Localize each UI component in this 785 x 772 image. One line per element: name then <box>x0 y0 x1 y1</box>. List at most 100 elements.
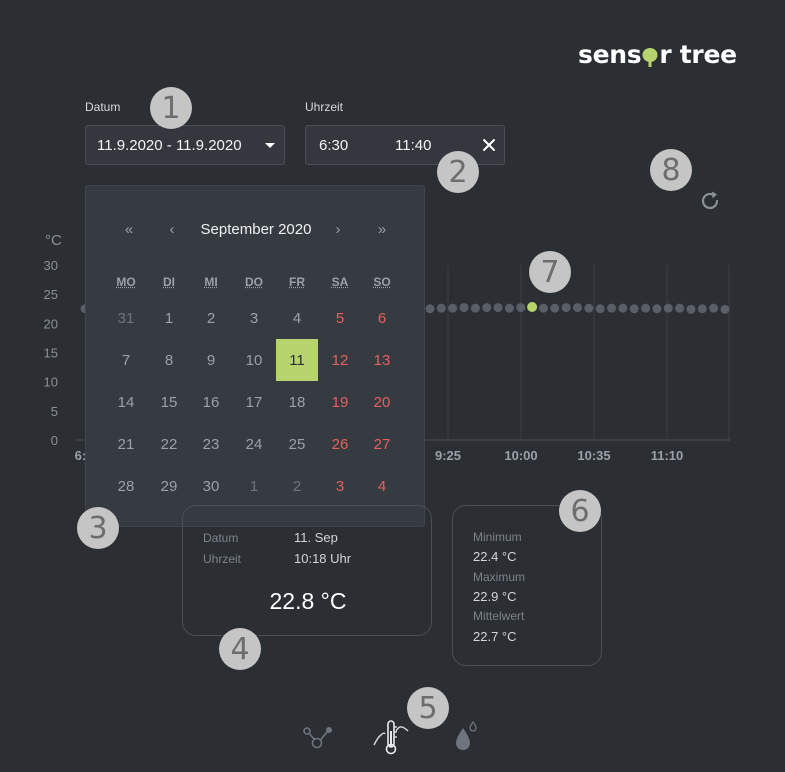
calendar-day[interactable]: 1 <box>233 465 275 507</box>
data-point[interactable] <box>675 303 685 313</box>
data-point[interactable] <box>493 303 503 313</box>
y-tick-label: 5 <box>51 404 58 419</box>
y-tick-label: 20 <box>44 316 58 331</box>
calendar-day[interactable]: 28 <box>105 465 147 507</box>
calendar-day[interactable]: 22 <box>148 423 190 465</box>
date-range-picker[interactable]: 11.9.2020 - 11.9.2020 <box>85 125 285 165</box>
badge-8: 8 <box>650 149 692 191</box>
calendar-day[interactable]: 15 <box>148 381 190 423</box>
data-point[interactable] <box>595 304 605 314</box>
data-point[interactable] <box>652 304 662 314</box>
calendar-day[interactable]: 19 <box>319 381 361 423</box>
thermometer-icon[interactable] <box>372 715 410 755</box>
data-point[interactable] <box>584 303 594 313</box>
min-value: 22.4 °C <box>473 549 517 564</box>
y-tick-label: 0 <box>51 433 58 448</box>
data-point[interactable] <box>538 303 548 313</box>
data-point[interactable] <box>573 303 582 313</box>
point-time-label: Uhrzeit <box>203 552 242 566</box>
close-icon[interactable] <box>480 136 498 154</box>
caret-down-icon <box>265 143 275 148</box>
data-point[interactable] <box>641 303 651 313</box>
calendar-day[interactable]: 10 <box>233 339 275 381</box>
date-label: Datum <box>85 100 121 114</box>
calendar-day[interactable]: 23 <box>190 423 232 465</box>
calendar-day[interactable]: 1 <box>148 297 190 339</box>
next-year-button[interactable]: » <box>370 221 394 238</box>
badge-1: 1 <box>150 87 192 129</box>
x-tick-label: 10:00 <box>504 448 537 463</box>
data-point[interactable] <box>629 304 639 314</box>
calendar-day[interactable]: 26 <box>319 423 361 465</box>
time-end-input[interactable]: 11:40 <box>395 137 431 154</box>
max-value: 22.9 °C <box>473 589 517 604</box>
time-start-input[interactable]: 6:30 <box>319 137 348 154</box>
calendar-day[interactable]: 9 <box>190 339 232 381</box>
point-date-value: 11. Sep <box>294 530 338 545</box>
data-point[interactable] <box>618 303 628 313</box>
data-point[interactable] <box>470 303 480 313</box>
network-icon[interactable] <box>302 724 334 750</box>
weekday-header: DO <box>245 275 263 289</box>
data-point[interactable] <box>550 303 560 313</box>
x-tick-label: 9:25 <box>435 448 461 463</box>
logo-text-before: sens <box>578 40 642 69</box>
calendar-day[interactable]: 7 <box>105 339 147 381</box>
calendar-day[interactable]: 8 <box>148 339 190 381</box>
x-tick-label: 10:35 <box>577 448 610 463</box>
data-point[interactable] <box>607 303 617 313</box>
calendar-day[interactable]: 2 <box>190 297 232 339</box>
calendar-day[interactable]: 14 <box>105 381 147 423</box>
calendar-day[interactable]: 18 <box>276 381 318 423</box>
calendar-day[interactable]: 6 <box>361 297 403 339</box>
calendar-day[interactable]: 2 <box>276 465 318 507</box>
selected-point-card: Datum 11. Sep Uhrzeit 10:18 Uhr 22.8 °C <box>182 505 432 636</box>
calendar-day[interactable]: 3 <box>319 465 361 507</box>
weekday-header: SO <box>373 275 391 289</box>
calendar-day[interactable]: 3 <box>233 297 275 339</box>
data-point[interactable] <box>697 304 707 314</box>
calendar-day[interactable]: 21 <box>105 423 147 465</box>
data-point[interactable] <box>459 303 469 313</box>
point-date-label: Datum <box>203 531 239 545</box>
calendar-day[interactable]: 25 <box>276 423 318 465</box>
data-point[interactable] <box>504 303 514 313</box>
humidity-icon[interactable] <box>452 720 480 752</box>
calendar-day[interactable]: 13 <box>361 339 403 381</box>
calendar-day[interactable]: 24 <box>233 423 275 465</box>
refresh-icon[interactable] <box>699 190 721 212</box>
calendar-day[interactable]: 4 <box>276 297 318 339</box>
highlighted-data-point[interactable] <box>527 302 538 312</box>
calendar-day[interactable]: 27 <box>361 423 403 465</box>
logo-text-after: r tree <box>659 40 737 69</box>
data-point[interactable] <box>720 304 730 314</box>
calendar-day[interactable]: 4 <box>361 465 403 507</box>
data-point[interactable] <box>561 303 571 313</box>
data-point[interactable] <box>663 303 673 313</box>
data-point[interactable] <box>482 303 492 313</box>
calendar-day[interactable]: 16 <box>190 381 232 423</box>
min-label: Minimum <box>473 530 522 544</box>
data-point[interactable] <box>448 303 458 313</box>
calendar-day[interactable]: 11 <box>276 339 318 381</box>
weekday-header: DI <box>163 275 175 289</box>
data-point[interactable] <box>709 303 719 313</box>
calendar-day[interactable]: 5 <box>319 297 361 339</box>
next-month-button[interactable]: › <box>326 221 350 238</box>
calendar-day[interactable]: 30 <box>190 465 232 507</box>
max-label: Maximum <box>473 570 526 584</box>
data-point[interactable] <box>425 304 435 314</box>
sensor-tree-logo: sens r tree <box>578 40 737 69</box>
calendar-day[interactable]: 12 <box>319 339 361 381</box>
data-point[interactable] <box>436 303 446 313</box>
date-range-value: 11.9.2020 - 11.9.2020 <box>97 137 242 154</box>
time-label: Uhrzeit <box>305 100 344 114</box>
data-point[interactable] <box>516 303 526 313</box>
calendar-day[interactable]: 20 <box>361 381 403 423</box>
badge-5: 5 <box>407 687 449 729</box>
calendar-day[interactable]: 17 <box>233 381 275 423</box>
data-point[interactable] <box>686 304 696 314</box>
calendar-day[interactable]: 29 <box>148 465 190 507</box>
calendar-day[interactable]: 31 <box>105 297 147 339</box>
badge-4: 4 <box>219 628 261 670</box>
